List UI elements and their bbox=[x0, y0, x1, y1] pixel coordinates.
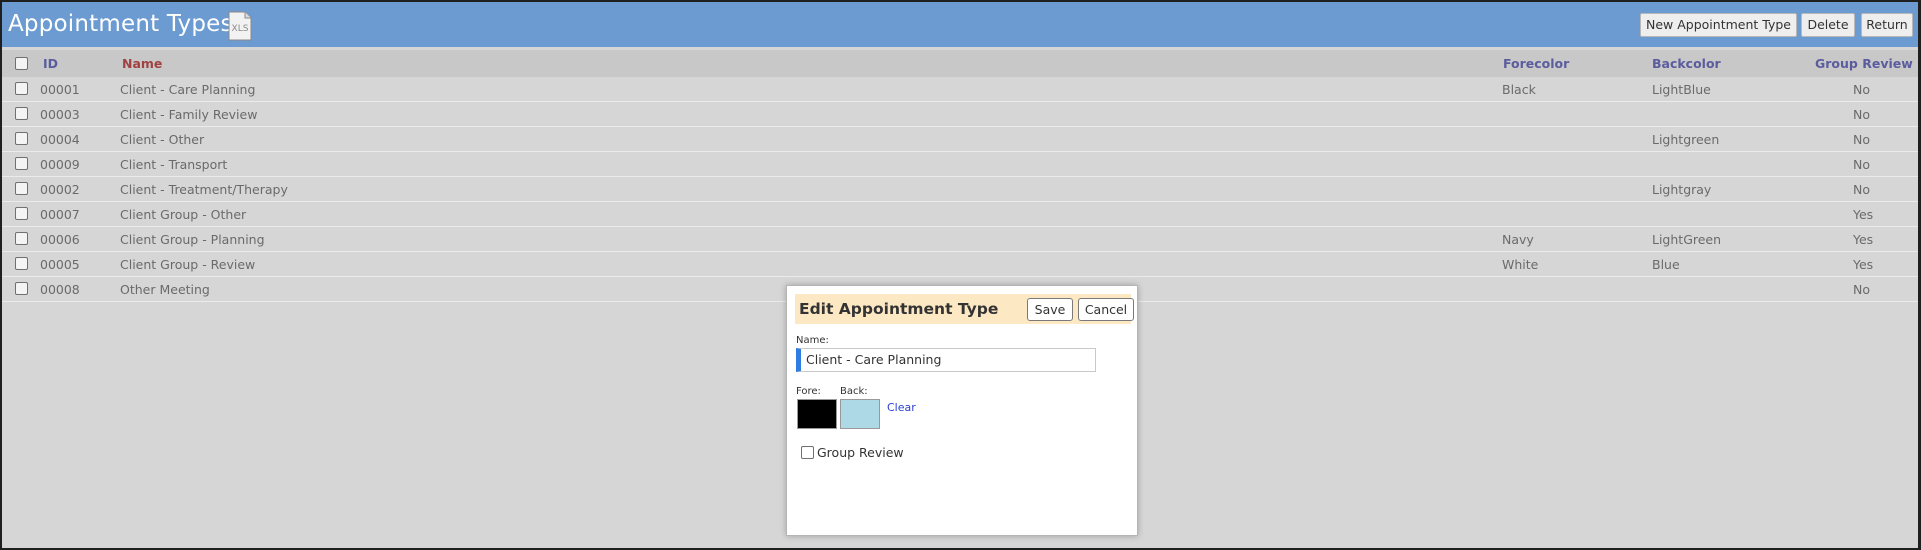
page-title: Appointment Types bbox=[8, 11, 233, 37]
table-row[interactable]: 00002 Client - Treatment/Therapy Lightgray… bbox=[2, 177, 1918, 202]
cell-backcolor: Lightgray bbox=[1652, 182, 1712, 197]
row-checkbox[interactable] bbox=[15, 132, 28, 145]
row-checkbox[interactable] bbox=[15, 282, 28, 295]
cell-id: 00003 bbox=[40, 107, 80, 122]
cell-id: 00006 bbox=[40, 232, 80, 247]
cell-id: 00001 bbox=[40, 82, 80, 97]
cell-forecolor: Navy bbox=[1502, 232, 1534, 247]
row-checkbox[interactable] bbox=[15, 207, 28, 220]
group-review-checkbox[interactable] bbox=[801, 446, 814, 459]
column-header-id[interactable]: ID bbox=[43, 56, 58, 71]
xls-export-icon[interactable]: XLS bbox=[227, 11, 253, 41]
new-appointment-type-button[interactable]: New Appointment Type bbox=[1640, 13, 1797, 37]
cell-name: Client - Other bbox=[120, 132, 205, 147]
cell-group-review: No bbox=[1853, 157, 1870, 172]
table-row[interactable]: 00003 Client - Family Review No bbox=[2, 102, 1918, 127]
cell-name: Client - Care Planning bbox=[120, 82, 256, 97]
row-checkbox[interactable] bbox=[15, 157, 28, 170]
cell-name: Client - Treatment/Therapy bbox=[120, 182, 288, 197]
table-header-row: ID Name Forecolor Backcolor Group Review bbox=[2, 50, 1918, 77]
save-button[interactable]: Save bbox=[1027, 298, 1073, 321]
row-checkbox[interactable] bbox=[15, 232, 28, 245]
page-header: Appointment Types XLS New Appointment Ty… bbox=[2, 2, 1918, 47]
cell-name: Other Meeting bbox=[120, 282, 210, 297]
cell-name: Client - Family Review bbox=[120, 107, 258, 122]
cell-id: 00002 bbox=[40, 182, 80, 197]
cell-id: 00009 bbox=[40, 157, 80, 172]
xls-export-label: XLS bbox=[232, 24, 249, 34]
clear-colors-link[interactable]: Clear bbox=[887, 401, 916, 414]
cell-id: 00005 bbox=[40, 257, 80, 272]
column-header-group-review[interactable]: Group Review bbox=[1815, 56, 1913, 71]
group-review-label[interactable]: Group Review bbox=[817, 445, 904, 460]
dialog-title: Edit Appointment Type bbox=[799, 300, 999, 318]
cell-forecolor: White bbox=[1502, 257, 1539, 272]
app-frame: Appointment Types XLS New Appointment Ty… bbox=[2, 2, 1918, 548]
select-all-checkbox[interactable] bbox=[15, 57, 28, 70]
cell-name: Client Group - Review bbox=[120, 257, 256, 272]
cell-group-review: No bbox=[1853, 82, 1870, 97]
edit-appointment-type-dialog: Edit Appointment Type Save Cancel Name: … bbox=[786, 285, 1138, 536]
cell-id: 00004 bbox=[40, 132, 80, 147]
cell-name: Client Group - Other bbox=[120, 207, 247, 222]
fore-label: Fore: bbox=[796, 386, 821, 397]
table-row[interactable]: 00007 Client Group - Other Yes bbox=[2, 202, 1918, 227]
cell-group-review: Yes bbox=[1853, 207, 1874, 222]
cell-backcolor: Lightgreen bbox=[1652, 132, 1720, 147]
column-header-forecolor[interactable]: Forecolor bbox=[1503, 56, 1569, 71]
cell-name: Client - Transport bbox=[120, 157, 228, 172]
cell-backcolor: Blue bbox=[1652, 257, 1680, 272]
cell-id: 00007 bbox=[40, 207, 80, 222]
table-row[interactable]: 00006 Client Group - Planning Navy LightGre… bbox=[2, 227, 1918, 252]
table-row[interactable]: 00004 Client - Other Lightgreen No bbox=[2, 127, 1918, 152]
cancel-button[interactable]: Cancel bbox=[1078, 298, 1134, 321]
table-row[interactable]: 00001 Client - Care Planning Black LightBlu… bbox=[2, 77, 1918, 102]
fore-color-swatch[interactable] bbox=[797, 399, 837, 429]
delete-button[interactable]: Delete bbox=[1801, 13, 1855, 37]
cell-group-review: No bbox=[1853, 182, 1870, 197]
cell-id: 00008 bbox=[40, 282, 80, 297]
cell-group-review: No bbox=[1853, 282, 1870, 297]
row-checkbox[interactable] bbox=[15, 182, 28, 195]
cell-group-review: Yes bbox=[1853, 257, 1874, 272]
cell-forecolor: Black bbox=[1502, 82, 1536, 97]
cell-backcolor: LightGreen bbox=[1652, 232, 1722, 247]
dialog-header: Edit Appointment Type Save Cancel bbox=[795, 294, 1134, 324]
table-row[interactable]: 00005 Client Group - Review White Blue Yes bbox=[2, 252, 1918, 277]
column-header-backcolor[interactable]: Backcolor bbox=[1652, 56, 1721, 71]
back-label: Back: bbox=[840, 386, 868, 397]
row-checkbox[interactable] bbox=[15, 107, 28, 120]
row-checkbox[interactable] bbox=[15, 257, 28, 270]
name-input[interactable]: Client - Care Planning bbox=[796, 348, 1096, 372]
table-row[interactable]: 00009 Client - Transport No bbox=[2, 152, 1918, 177]
cell-name: Client Group - Planning bbox=[120, 232, 265, 247]
return-button[interactable]: Return bbox=[1861, 13, 1913, 37]
cell-group-review: No bbox=[1853, 132, 1870, 147]
name-label: Name: bbox=[796, 335, 829, 346]
column-header-name[interactable]: Name bbox=[122, 56, 162, 71]
back-color-swatch[interactable] bbox=[840, 399, 880, 429]
cell-group-review: Yes bbox=[1853, 232, 1874, 247]
cell-group-review: No bbox=[1853, 107, 1870, 122]
row-checkbox[interactable] bbox=[15, 82, 28, 95]
cell-backcolor: LightBlue bbox=[1652, 82, 1711, 97]
